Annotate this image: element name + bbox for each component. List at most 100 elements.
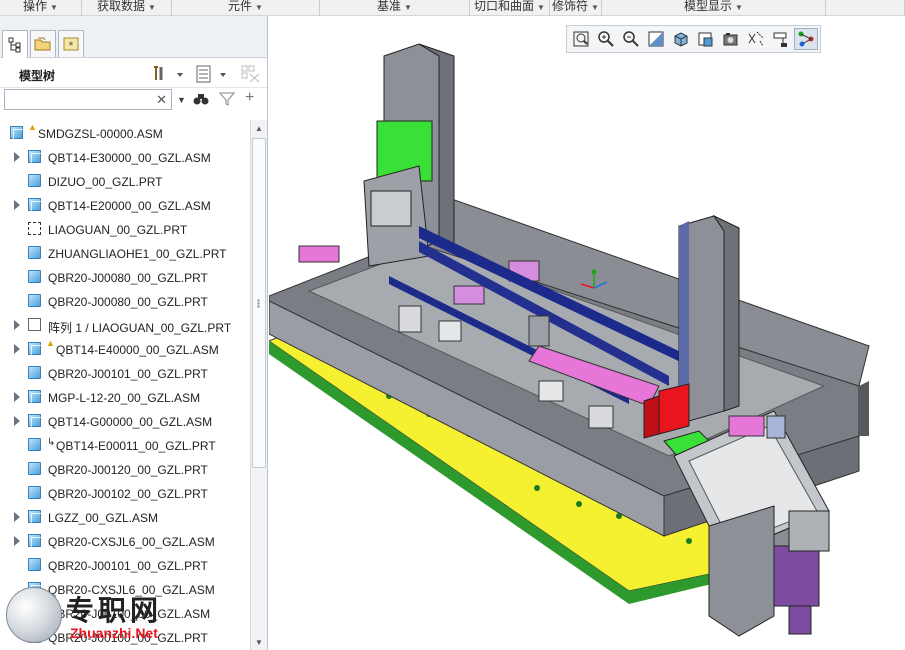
assembly-icon: [28, 414, 42, 428]
chevron-down-icon: ▼: [735, 3, 743, 12]
scroll-up-icon[interactable]: ▲: [251, 120, 267, 136]
ribbon-group-label: 基准: [377, 0, 402, 13]
tree-scrollbar[interactable]: ▲ ▪ ▪ ▪ ▼: [250, 120, 267, 650]
part-icon: [28, 246, 41, 259]
tree-row[interactable]: QBR20-J00080_00_GZL.PRT: [0, 290, 250, 314]
watermark-logo-icon: [6, 587, 62, 643]
display-style-button[interactable]: [669, 28, 693, 50]
model-tree-icon: [8, 37, 21, 52]
tree-row[interactable]: ▲ QBT14-E40000_00_GZL.ASM: [0, 338, 250, 362]
tree-filter-settings-button[interactable]: [241, 64, 263, 84]
expand-arrow-icon[interactable]: [14, 392, 20, 402]
expand-arrow-icon[interactable]: [14, 536, 20, 546]
tree-item-label: QBR20-J00080_00_GZL.PRT: [48, 295, 208, 309]
ribbon-group-3[interactable]: 基准 ▼: [320, 0, 470, 16]
tree-row[interactable]: MGP-L-12-20_00_GZL.ASM: [0, 386, 250, 410]
ribbon-group-6[interactable]: 模型显示 ▼: [602, 0, 826, 16]
svg-text:*: *: [69, 41, 74, 51]
tree-row[interactable]: ▲ SMDGZSL-00000.ASM: [0, 122, 250, 146]
ribbon-group-0[interactable]: 操作 ▼: [0, 0, 82, 16]
tree-row[interactable]: QBT14-E20000_00_GZL.ASM: [0, 194, 250, 218]
part-icon: [28, 270, 41, 283]
tree-row[interactable]: QBR20-J00080_00_GZL.PRT: [0, 266, 250, 290]
assembly-model[interactable]: [269, 16, 905, 650]
tree-row[interactable]: QBR20-J00102_00_GZL.PRT: [0, 482, 250, 506]
tools-icon: [154, 66, 183, 80]
part-icon: [28, 558, 41, 571]
tree-item-label: MGP-L-12-20_00_GZL.ASM: [48, 391, 201, 405]
tree-row[interactable]: 阵列 1 / LIAOGUAN_00_GZL.PRT: [0, 314, 250, 338]
tree-item-label: QBR20-J00120_00_GZL.PRT: [48, 463, 208, 477]
tree-item-label: SMDGZSL-00000.ASM: [38, 127, 163, 141]
clear-search-icon[interactable]: ✕: [156, 92, 167, 108]
tree-row[interactable]: QBR20-CXSJL6_00_GZL.ASM: [0, 530, 250, 554]
annotation-display-button[interactable]: [769, 28, 793, 50]
ribbon-group-label: 切口和曲面: [474, 0, 535, 13]
navigator-tabs: *: [0, 16, 267, 58]
expand-arrow-icon[interactable]: [14, 320, 20, 330]
tree-item-label: QBR20-J00101_00_GZL.PRT: [48, 367, 208, 381]
settings-menu-button[interactable]: [153, 64, 183, 84]
search-history-chevron-icon[interactable]: ▼: [177, 95, 186, 105]
part-icon: [28, 366, 41, 379]
tree-row[interactable]: QBT14-G00000_00_GZL.ASM: [0, 410, 250, 434]
zoom-out-button[interactable]: [619, 28, 643, 50]
scroll-thumb[interactable]: ▪ ▪ ▪: [252, 138, 266, 468]
tree-row[interactable]: QBR20-J00101_00_GZL.PRT: [0, 362, 250, 386]
tree-row[interactable]: QBT14-E00011_00_GZL.PRT ↳: [0, 434, 250, 458]
site-watermark: 专职网 Zhuanzhi.Net: [4, 585, 204, 647]
ribbon-group-label: 元件: [228, 0, 253, 13]
tree-item-label: QBR20-J00101_00_GZL.PRT: [48, 559, 208, 573]
datum-display-button[interactable]: [744, 28, 768, 50]
tree-row[interactable]: LIAOGUAN_00_GZL.PRT: [0, 218, 250, 242]
warning-icon: ▲: [28, 122, 37, 132]
tree-item-label: LGZZ_00_GZL.ASM: [48, 511, 159, 525]
tree-item-label: QBT14-E40000_00_GZL.ASM: [56, 343, 219, 357]
search-input[interactable]: ✕: [4, 89, 172, 110]
saved-orientations-button[interactable]: [694, 28, 718, 50]
ribbon-group-7[interactable]: [826, 0, 905, 16]
model-tree-header: 模型树: [0, 58, 267, 88]
part-icon: [28, 438, 41, 451]
tree-row[interactable]: QBR20-J00101_00_GZL.PRT: [0, 554, 250, 578]
ribbon-group-2[interactable]: 元件 ▼: [172, 0, 320, 16]
list-settings-icon: [196, 65, 226, 83]
expand-arrow-icon[interactable]: [14, 416, 20, 426]
zoom-in-button[interactable]: [594, 28, 618, 50]
refit-button[interactable]: [569, 28, 593, 50]
tree-row[interactable]: QBT14-E30000_00_GZL.ASM: [0, 146, 250, 170]
chevron-down-icon: ▼: [404, 3, 412, 12]
tree-row[interactable]: DIZUO_00_GZL.PRT: [0, 170, 250, 194]
ribbon-group-4[interactable]: 切口和曲面 ▼: [470, 0, 550, 16]
ribbon-group-5[interactable]: 修饰符 ▼: [550, 0, 602, 16]
tab-folder-browser[interactable]: [30, 30, 56, 57]
scroll-down-icon[interactable]: ▼: [251, 634, 267, 650]
find-binoculars-icon[interactable]: [193, 92, 209, 109]
watermark-en: Zhuanzhi.Net: [70, 625, 158, 641]
tree-item-label: DIZUO_00_GZL.PRT: [48, 175, 163, 189]
tree-row[interactable]: ZHUANGLIAOHE1_00_GZL.PRT: [0, 242, 250, 266]
tree-row[interactable]: QBR20-J00120_00_GZL.PRT: [0, 458, 250, 482]
tree-row[interactable]: LGZZ_00_GZL.ASM: [0, 506, 250, 530]
spin-center-button[interactable]: [794, 28, 818, 50]
assembly-icon: [28, 510, 42, 524]
graphics-window[interactable]: [269, 16, 905, 650]
add-column-icon[interactable]: +: [245, 89, 254, 107]
filter-funnel-icon[interactable]: [218, 92, 236, 109]
tree-item-label: QBR20-CXSJL6_00_GZL.ASM: [48, 535, 215, 549]
tab-model-tree[interactable]: [2, 30, 28, 58]
view-manager-icon: [723, 33, 738, 46]
grid-filter-icon: [241, 65, 260, 83]
expand-arrow-icon[interactable]: [14, 152, 20, 162]
show-menu-button[interactable]: [196, 64, 232, 84]
assembly-icon: [10, 126, 24, 140]
expand-arrow-icon[interactable]: [14, 200, 20, 210]
expand-arrow-icon[interactable]: [14, 344, 20, 354]
expand-arrow-icon[interactable]: [14, 512, 20, 522]
repaint-button[interactable]: [644, 28, 668, 50]
tab-favorites[interactable]: *: [58, 30, 84, 57]
tree-item-label: ZHUANGLIAOHE1_00_GZL.PRT: [48, 247, 227, 261]
annotation-display-icon: [773, 32, 787, 47]
ribbon-group-1[interactable]: 获取数据 ▼: [82, 0, 172, 16]
view-manager-button[interactable]: [719, 28, 743, 50]
